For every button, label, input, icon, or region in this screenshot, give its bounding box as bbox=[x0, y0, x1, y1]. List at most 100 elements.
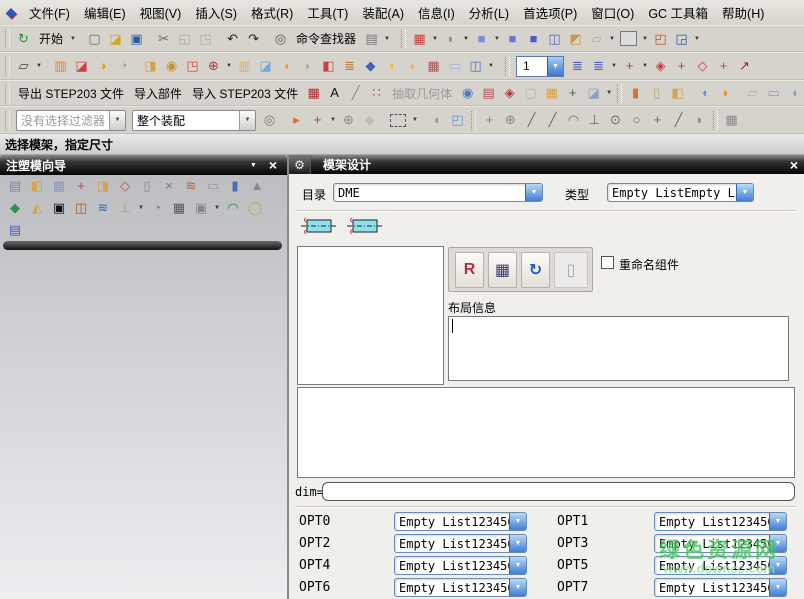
point-set-icon[interactable]: ∷ bbox=[366, 83, 387, 103]
rename-components-checkbox[interactable] bbox=[601, 256, 614, 269]
csys-orient-icon[interactable]: ◈ bbox=[650, 56, 671, 76]
toolbar-grip[interactable] bbox=[617, 84, 622, 103]
import-step203-button[interactable]: 导入 STEP203 文件 bbox=[187, 85, 303, 102]
note-icon[interactable]: ▢ bbox=[520, 83, 541, 103]
mold-tools-icon[interactable]: × bbox=[158, 176, 180, 196]
split-body-icon[interactable]: ◗ bbox=[402, 56, 423, 76]
show-shaded-icon[interactable]: ◖ bbox=[426, 110, 447, 130]
gate-icon[interactable]: ◫ bbox=[70, 198, 92, 218]
dim-input[interactable] bbox=[322, 482, 795, 501]
region-icon[interactable]: ◉ bbox=[457, 83, 478, 103]
boolean-icon[interactable]: ⊕ bbox=[203, 56, 224, 76]
sketch-icon[interactable]: ▱ bbox=[13, 56, 34, 76]
redo-icon[interactable]: ↷ bbox=[243, 29, 264, 49]
solid-stamp-icon[interactable]: ◧ bbox=[667, 83, 688, 103]
toolbar-grip[interactable] bbox=[5, 84, 10, 103]
moldbase-option-icon-1[interactable] bbox=[300, 214, 338, 239]
caret-icon[interactable]: ▼ bbox=[461, 36, 471, 42]
point-on-curve-icon[interactable]: ⊕ bbox=[338, 110, 359, 130]
caret-icon[interactable]: ▼ bbox=[640, 36, 650, 42]
caret-icon[interactable]: ▼ bbox=[640, 63, 650, 69]
help-book-icon[interactable]: ▤ bbox=[4, 220, 26, 240]
caret-icon[interactable]: ▼ bbox=[34, 63, 44, 69]
grid-snap-icon[interactable]: ▦ bbox=[721, 110, 742, 130]
move-handles-icon[interactable]: + bbox=[479, 110, 500, 130]
import-part-button[interactable]: 导入部件 bbox=[129, 85, 187, 102]
opt5-dropdown[interactable]: Empty List12345678 ▼ bbox=[654, 556, 787, 575]
caret-icon[interactable]: ▼ bbox=[607, 36, 617, 42]
pole-snap-icon[interactable]: ⊥ bbox=[584, 110, 605, 130]
datum-grid-icon[interactable]: ◈ bbox=[499, 83, 520, 103]
midpoint-snap-icon[interactable]: ╱ bbox=[542, 110, 563, 130]
menu-gc-toolbox[interactable]: GC 工具箱 bbox=[641, 1, 715, 24]
stamp-icon[interactable]: ▯ bbox=[646, 83, 667, 103]
cut-icon[interactable]: ✂ bbox=[153, 29, 174, 49]
multi-cavity-icon[interactable]: ◧ bbox=[26, 176, 48, 196]
shaded-edges-icon[interactable]: ■ bbox=[502, 29, 523, 49]
menu-assemblies[interactable]: 装配(A) bbox=[355, 1, 411, 24]
opt2-dropdown[interactable]: Empty List12345678 ▼ bbox=[394, 534, 527, 553]
caret-icon[interactable]: ▼ bbox=[492, 36, 502, 42]
snap-point-icon[interactable]: + bbox=[307, 110, 328, 130]
selection-scope-dropdown[interactable]: 整个装配 bbox=[132, 110, 256, 131]
collapsed-group-bar[interactable] bbox=[3, 241, 282, 250]
subtract-icon[interactable]: ◪ bbox=[255, 56, 276, 76]
trim-mold-icon[interactable]: ◔ bbox=[146, 198, 168, 218]
command-finder-icon[interactable]: ◎ bbox=[270, 29, 291, 49]
point-snap-icon[interactable]: ╱ bbox=[668, 110, 689, 130]
find-in-assembly-icon[interactable]: ◎ bbox=[259, 110, 280, 130]
caret-icon[interactable]: ▼ bbox=[486, 63, 496, 69]
bom-icon[interactable]: ▦ bbox=[168, 198, 190, 218]
parting-icon[interactable]: ≋ bbox=[180, 176, 202, 196]
menu-analysis[interactable]: 分析(L) bbox=[462, 1, 516, 24]
datum-plane-icon[interactable]: ▥ bbox=[50, 56, 71, 76]
initialize-project-icon[interactable]: ▤ bbox=[4, 176, 26, 196]
message-list[interactable] bbox=[297, 387, 795, 478]
caret-icon[interactable]: ▼ bbox=[212, 205, 222, 211]
layer-category-icon[interactable]: ≣ bbox=[588, 56, 609, 76]
flat-pad-icon[interactable]: ▱ bbox=[742, 83, 763, 103]
line-tool-icon[interactable]: ╱ bbox=[345, 83, 366, 103]
material-icon[interactable]: ◯ bbox=[244, 198, 266, 218]
opt3-dropdown[interactable]: Empty List12345678 ▼ bbox=[654, 534, 787, 553]
toolbar-grip[interactable] bbox=[401, 29, 406, 48]
opt6-dropdown[interactable]: Empty List12345678 ▼ bbox=[394, 578, 527, 597]
sub-insert-icon[interactable]: ◭ bbox=[26, 198, 48, 218]
rotate-handles-icon[interactable]: ⊕ bbox=[500, 110, 521, 130]
layer-settings-icon[interactable]: ≣ bbox=[567, 56, 588, 76]
menu-file[interactable]: 文件(F) bbox=[22, 1, 77, 24]
half-cylinder-icon[interactable]: ◖ bbox=[784, 83, 804, 103]
save-icon[interactable]: ▣ bbox=[126, 29, 147, 49]
edit-database-button[interactable]: ▦ bbox=[488, 252, 517, 288]
menu-view[interactable]: 视图(V) bbox=[133, 1, 189, 24]
solid-cube-icon[interactable]: ■ bbox=[523, 29, 544, 49]
screen-layout-icon[interactable]: ▦ bbox=[409, 29, 430, 49]
electrode-icon[interactable]: ⊥ bbox=[114, 198, 136, 218]
point-constructor-icon[interactable]: + bbox=[713, 56, 734, 76]
plane-constructor-icon[interactable]: ◇ bbox=[692, 56, 713, 76]
thread-icon[interactable]: ≣ bbox=[339, 56, 360, 76]
open-box-icon[interactable]: ◰ bbox=[447, 110, 468, 130]
image-icon[interactable]: ▦ bbox=[303, 83, 324, 103]
menu-window[interactable]: 窗口(O) bbox=[584, 1, 641, 24]
text-tool-icon[interactable]: A bbox=[324, 83, 345, 103]
opt1-dropdown[interactable]: Empty List12345678 ▼ bbox=[654, 512, 787, 531]
intersect-icon[interactable]: ◖ bbox=[276, 56, 297, 76]
book-icon[interactable]: ▤ bbox=[478, 83, 499, 103]
extrude-icon[interactable]: ◨ bbox=[140, 56, 161, 76]
menu-edit[interactable]: 编辑(E) bbox=[77, 1, 133, 24]
menu-tools[interactable]: 工具(T) bbox=[300, 1, 355, 24]
dialog-close-icon[interactable]: × bbox=[784, 155, 804, 174]
block-icon[interactable]: ◳ bbox=[182, 56, 203, 76]
pocket-icon[interactable]: ▣ bbox=[190, 198, 212, 218]
open-file-icon[interactable]: ◪ bbox=[105, 29, 126, 49]
tube-icon[interactable]: ▭ bbox=[444, 56, 465, 76]
menu-help[interactable]: 帮助(H) bbox=[715, 1, 771, 24]
offset-surface-icon[interactable]: ◫ bbox=[465, 56, 486, 76]
toolbar-grip[interactable] bbox=[713, 111, 718, 130]
menu-information[interactable]: 信息(I) bbox=[411, 1, 462, 24]
pocket-tool-icon[interactable]: ▮ bbox=[625, 83, 646, 103]
toolbar-grip[interactable] bbox=[5, 57, 10, 76]
dialog-gear-icon[interactable]: ⚙ bbox=[289, 155, 311, 174]
vector-constructor-icon[interactable]: + bbox=[671, 56, 692, 76]
